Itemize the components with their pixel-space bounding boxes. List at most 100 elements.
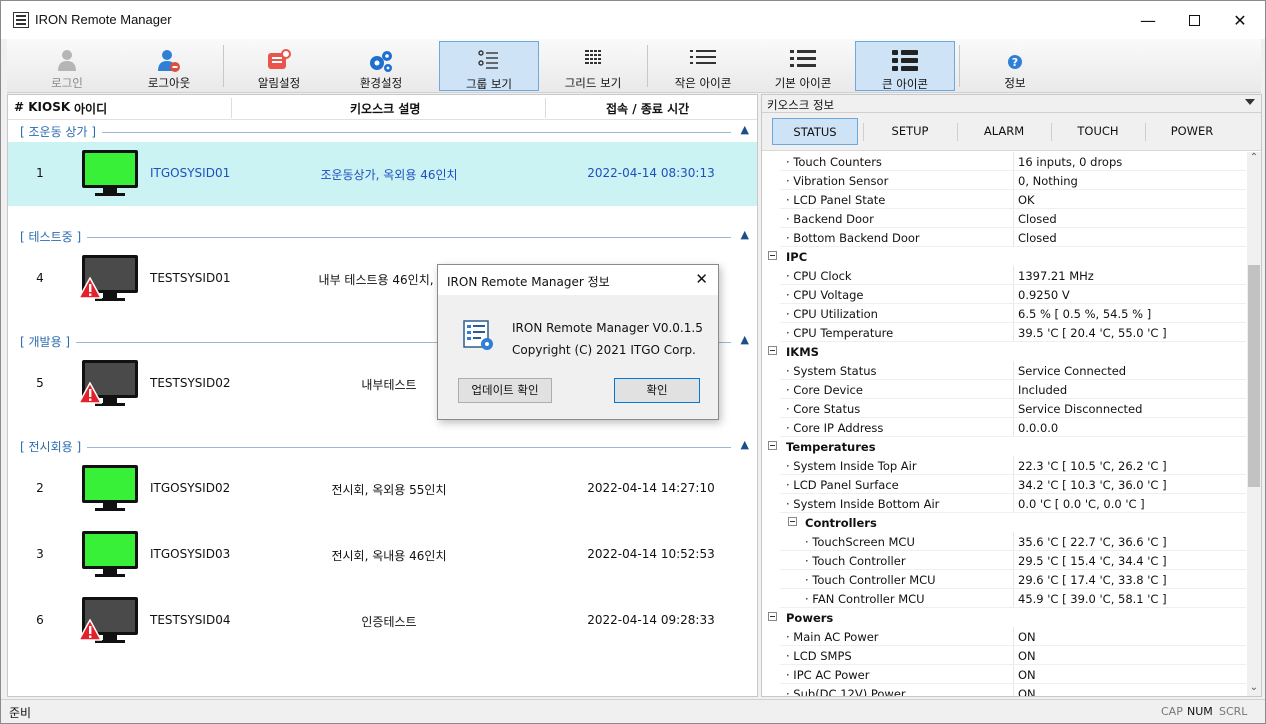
kiosk-desc: 전시회, 옥내용 46인치 (331, 549, 447, 563)
col-desc[interactable]: 키오스크 설명 (350, 100, 420, 117)
large-icons-button[interactable]: 큰 아이콘 (855, 41, 955, 91)
kiosk-num: 6 (36, 613, 44, 627)
small-icons-button[interactable]: 작은 아이콘 (653, 41, 753, 91)
collapse-toggle-icon[interactable] (768, 612, 777, 621)
scrl-indicator: SCRL (1219, 705, 1248, 718)
maximize-button[interactable] (1171, 1, 1217, 39)
property-row[interactable]: · Core IP Address 0.0.0.0 (762, 418, 1246, 437)
scroll-down-icon[interactable]: ⌄ (1247, 682, 1261, 696)
status-ready: 준비 (9, 706, 32, 720)
property-row[interactable]: · Core Status Service Disconnected (762, 399, 1246, 418)
property-row[interactable]: · Bottom Backend Door Closed (762, 228, 1246, 247)
property-value: Service Connected (1018, 364, 1127, 378)
property-row[interactable]: · System Status Service Connected (762, 361, 1246, 380)
grid-icon (585, 49, 601, 65)
group-header[interactable]: [ 테스트중 ] ▲ (8, 228, 757, 246)
alarm-settings-button[interactable]: 알림설정 (229, 41, 329, 91)
property-category[interactable]: Powers (762, 608, 1246, 627)
property-row[interactable]: · Core Device Included (762, 380, 1246, 399)
property-value: ON (1018, 687, 1036, 697)
tab-setup[interactable]: SETUP (867, 118, 953, 145)
scroll-up-icon[interactable]: ⌃ (1247, 152, 1261, 168)
collapse-icon[interactable]: ▲ (741, 228, 749, 241)
property-value: Included (1018, 383, 1068, 397)
property-row[interactable]: · CPU Temperature 39.5 'C [ 20.4 'C, 55.0… (762, 323, 1246, 342)
property-row[interactable]: · Vibration Sensor 0, Nothing (762, 171, 1246, 190)
group-view-button[interactable]: 그룹 보기 (439, 41, 539, 91)
dialog-close-icon[interactable]: ✕ (695, 270, 708, 288)
tab-touch[interactable]: TOUCH (1055, 118, 1141, 145)
kiosk-row[interactable]: 2 ITGOSYSID02 전시회, 옥외용 55인치 2022-04-14 1… (8, 457, 757, 521)
alarm-bell-icon (268, 49, 291, 69)
logout-button[interactable]: 로그아웃 (119, 41, 219, 91)
group-label: [ 조운동 상가 ] (20, 123, 103, 140)
scrollbar-thumb[interactable] (1248, 265, 1260, 487)
tab-alarm[interactable]: ALARM (961, 118, 1047, 145)
kiosk-row[interactable]: 1 ITGOSYSID01 조운동상가, 옥외용 46인치 2022-04-14… (8, 142, 757, 206)
property-value: 35.6 'C [ 22.7 'C, 36.6 'C ] (1018, 535, 1167, 549)
property-row[interactable]: · LCD Panel State OK (762, 190, 1246, 209)
property-row[interactable]: · CPU Clock 1397.21 MHz (762, 266, 1246, 285)
category-label: Controllers (805, 516, 877, 530)
app-window: IRON Remote Manager — ✕ 로그인 로그아웃 알림설정 환경… (0, 0, 1266, 724)
property-key: · LCD SMPS (786, 649, 852, 663)
property-key: · System Inside Top Air (786, 459, 917, 473)
kiosk-row[interactable]: 6 TESTSYSID04 인증테스트 2022-04-14 09:28:33 (8, 589, 757, 653)
property-row[interactable]: · Main AC Power ON (762, 627, 1246, 646)
collapse-icon[interactable]: ▲ (741, 333, 749, 346)
property-row[interactable]: · Backend Door Closed (762, 209, 1246, 228)
property-row[interactable]: · FAN Controller MCU 45.9 'C [ 39.0 'C, 5… (762, 589, 1246, 608)
collapse-toggle-icon[interactable] (768, 251, 777, 260)
basic-icons-button[interactable]: 기본 아이콘 (753, 41, 853, 91)
kiosk-id: TESTSYSID04 (150, 613, 231, 627)
group-label: [ 테스트중 ] (20, 228, 88, 245)
minimize-button[interactable]: — (1125, 1, 1171, 39)
env-settings-button[interactable]: 환경설정 (331, 41, 431, 91)
collapse-icon[interactable]: ▲ (741, 123, 749, 136)
grid-view-button[interactable]: 그리드 보기 (543, 41, 643, 91)
property-value: 34.2 'C [ 10.3 'C, 36.0 'C ] (1018, 478, 1167, 492)
col-kiosk-num[interactable]: # KIOSK (14, 100, 70, 114)
property-row[interactable]: · LCD SMPS ON (762, 646, 1246, 665)
collapse-toggle-icon[interactable] (788, 517, 797, 526)
toolbar: 로그인 로그아웃 알림설정 환경설정 그룹 보기 그리드 보기 작은 아이콘 기… (7, 39, 1261, 93)
property-row[interactable]: · TouchScreen MCU 35.6 'C [ 22.7 'C, 36.6… (762, 532, 1246, 551)
col-id[interactable]: 아이디 (74, 100, 107, 117)
property-category[interactable]: Controllers (762, 513, 1246, 532)
property-category[interactable]: IKMS (762, 342, 1246, 361)
property-row[interactable]: · CPU Voltage 0.9250 V (762, 285, 1246, 304)
collapse-toggle-icon[interactable] (768, 441, 777, 450)
property-row[interactable]: · System Inside Top Air 22.3 'C [ 10.5 'C… (762, 456, 1246, 475)
property-row[interactable]: · Touch Controller MCU 29.6 'C [ 17.4 'C,… (762, 570, 1246, 589)
property-row[interactable]: · Touch Counters 16 inputs, 0 drops (762, 152, 1246, 171)
kiosk-num: 1 (36, 166, 44, 180)
property-row[interactable]: · IPC AC Power ON (762, 665, 1246, 684)
property-scrollbar[interactable]: ⌃ ⌄ (1247, 152, 1261, 696)
property-category[interactable]: IPC (762, 247, 1246, 266)
kiosk-id: ITGOSYSID02 (150, 481, 231, 495)
group-header[interactable]: [ 조운동 상가 ] ▲ (8, 123, 757, 141)
group-label: [ 개발용 ] (20, 333, 77, 350)
kiosk-row[interactable]: 3 ITGOSYSID03 전시회, 옥내용 46인치 2022-04-14 1… (8, 523, 757, 587)
close-button[interactable]: ✕ (1217, 1, 1263, 39)
info-button[interactable]: ? 정보 (965, 41, 1065, 91)
col-time[interactable]: 접속 / 종료 시간 (606, 100, 689, 117)
collapse-icon[interactable]: ▲ (741, 438, 749, 451)
property-row[interactable]: · CPU Utilization 6.5 % [ 0.5 %, 54.5 % ] (762, 304, 1246, 323)
collapse-toggle-icon[interactable] (768, 346, 777, 355)
property-row[interactable]: · Touch Controller 29.5 'C [ 15.4 'C, 34.… (762, 551, 1246, 570)
tab-power[interactable]: POWER (1149, 118, 1235, 145)
property-value: 29.5 'C [ 15.4 'C, 34.4 'C ] (1018, 554, 1167, 568)
check-update-button[interactable]: 업데이트 확인 (458, 378, 552, 403)
property-row[interactable]: · Sub(DC 12V) Power ON (762, 684, 1246, 697)
tab-status[interactable]: STATUS (772, 118, 858, 145)
group-header[interactable]: [ 전시회용 ] ▲ (8, 438, 757, 456)
monitor-warning-icon (78, 597, 139, 647)
property-value: 1397.21 MHz (1018, 269, 1094, 283)
property-row[interactable]: · LCD Panel Surface 34.2 'C [ 10.3 'C, 36… (762, 475, 1246, 494)
ok-button[interactable]: 확인 (614, 378, 700, 403)
property-category[interactable]: Temperatures (762, 437, 1246, 456)
property-row[interactable]: · System Inside Bottom Air 0.0 'C [ 0.0 '… (762, 494, 1246, 513)
login-button[interactable]: 로그인 (17, 41, 117, 91)
dropdown-arrow-icon[interactable] (1245, 99, 1255, 105)
